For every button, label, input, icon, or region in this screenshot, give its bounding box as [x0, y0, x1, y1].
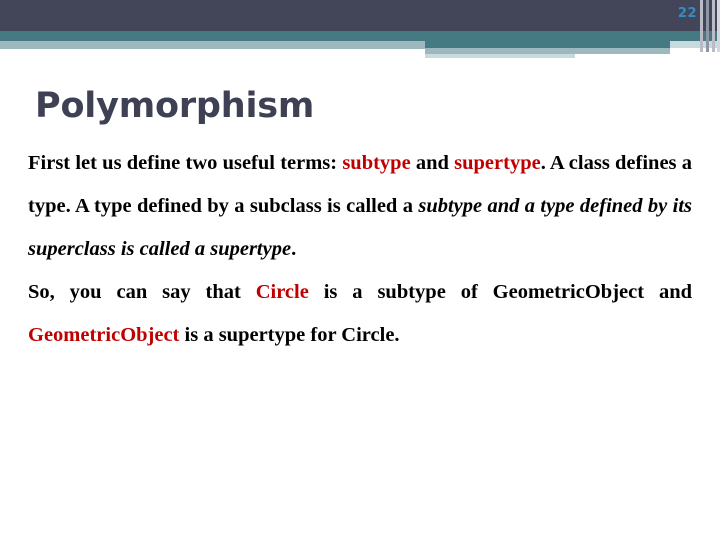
body-paragraph-2: So, you can say that Circle is a subtype… [28, 271, 692, 357]
p1-text-b: and [410, 152, 455, 174]
p2-text-b: is a subtype of GeometricObject and [308, 281, 693, 303]
p2-term-geometricobject: GeometricObject [28, 324, 180, 346]
p1-text-a: First let us define two useful terms: [28, 152, 343, 174]
p1-text-d: . [291, 238, 297, 260]
slide-body: First let us define two useful terms: su… [28, 142, 692, 357]
body-paragraph-1: First let us define two useful terms: su… [28, 142, 692, 271]
page-number: 22 [677, 6, 697, 21]
header-light-band-far [425, 54, 575, 58]
slide-header-decoration: 22 [0, 0, 720, 58]
p1-term-supertype: supertype [454, 152, 541, 174]
header-vertical-bar-2 [706, 0, 709, 52]
header-light-band-left [0, 41, 425, 49]
p2-term-circle: Circle [255, 281, 309, 303]
p2-text-c: is a supertype for Circle. [179, 324, 400, 346]
header-teal-band-left [0, 31, 425, 41]
header-vertical-bar-1 [700, 0, 703, 52]
slide-title: Polymorphism [35, 86, 315, 127]
header-vertical-bar-3 [712, 0, 715, 52]
p2-text-a: So, you can say that [28, 281, 256, 303]
p1-term-subtype: subtype [342, 152, 411, 174]
header-dark-band [0, 0, 720, 31]
